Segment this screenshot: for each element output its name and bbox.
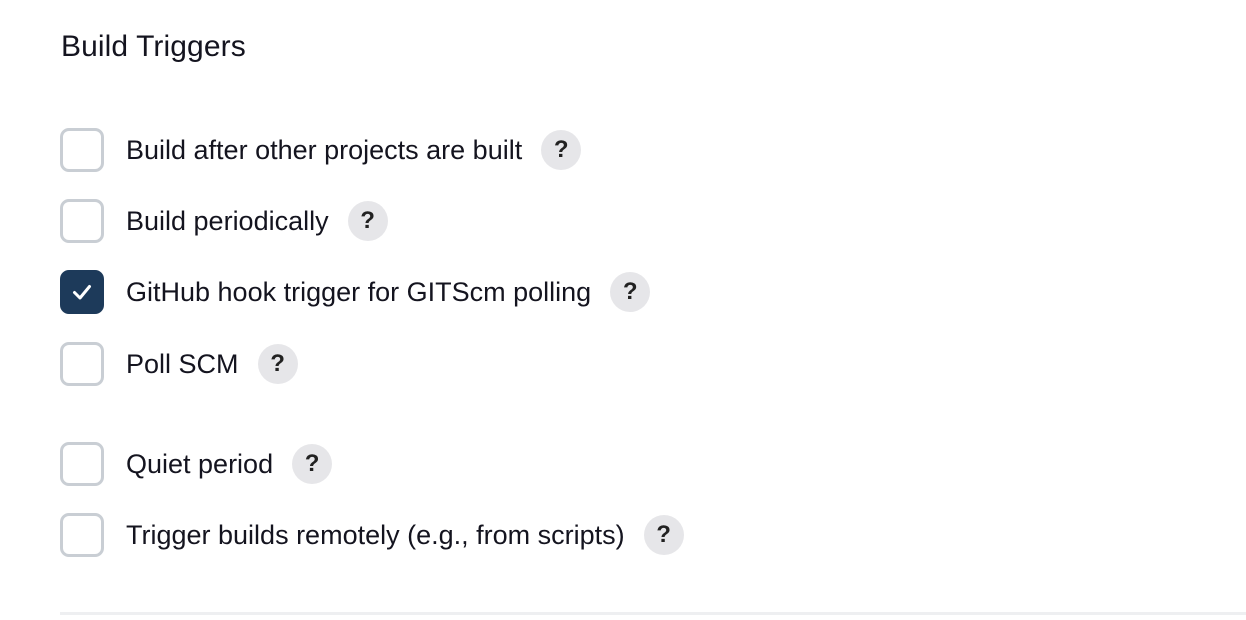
- quiet-period-checkbox[interactable]: [60, 442, 104, 486]
- help-icon[interactable]: ?: [292, 444, 333, 484]
- help-icon[interactable]: ?: [610, 272, 651, 312]
- trigger-build-after-other-projects: Build after other projects are built ?: [60, 128, 582, 172]
- build-after-other-projects-checkbox[interactable]: [60, 128, 104, 172]
- help-icon[interactable]: ?: [347, 201, 388, 241]
- trigger-build-periodically: Build periodically ?: [60, 199, 388, 243]
- github-hook-trigger-label[interactable]: GitHub hook trigger for GITScm polling: [126, 277, 591, 308]
- trigger-builds-remotely: Trigger builds remotely (e.g., from scri…: [60, 513, 684, 557]
- help-icon[interactable]: ?: [643, 515, 684, 555]
- poll-scm-label[interactable]: Poll SCM: [126, 349, 239, 380]
- trigger-poll-scm: Poll SCM ?: [60, 342, 298, 386]
- build-triggers-section: Build Triggers Build after other project…: [0, 0, 1246, 620]
- build-after-other-projects-label[interactable]: Build after other projects are built: [126, 135, 522, 166]
- section-title: Build Triggers: [61, 30, 246, 63]
- trigger-builds-remotely-label[interactable]: Trigger builds remotely (e.g., from scri…: [126, 520, 625, 551]
- build-periodically-label[interactable]: Build periodically: [126, 206, 329, 237]
- poll-scm-checkbox[interactable]: [60, 342, 104, 386]
- section-divider: [60, 612, 1246, 615]
- check-icon: [73, 285, 91, 300]
- help-icon[interactable]: ?: [257, 344, 298, 384]
- trigger-github-hook: GitHub hook trigger for GITScm polling ?: [60, 270, 651, 314]
- trigger-quiet-period: Quiet period ?: [60, 442, 333, 486]
- help-icon[interactable]: ?: [541, 130, 582, 170]
- quiet-period-label[interactable]: Quiet period: [126, 449, 273, 480]
- build-periodically-checkbox[interactable]: [60, 199, 104, 243]
- github-hook-trigger-checkbox[interactable]: [60, 270, 104, 314]
- trigger-builds-remotely-checkbox[interactable]: [60, 513, 104, 557]
